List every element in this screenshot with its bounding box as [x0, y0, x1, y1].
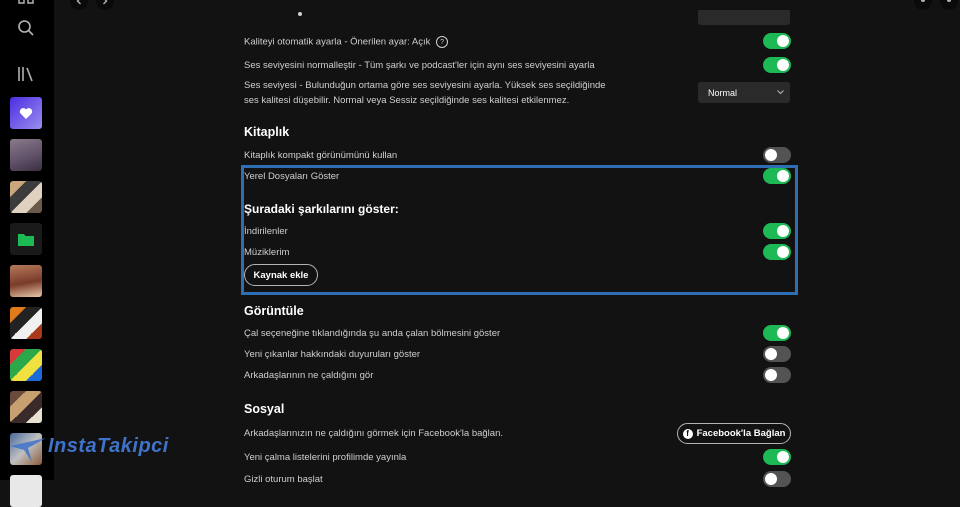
search-icon[interactable]	[10, 12, 42, 44]
playlist-thumb[interactable]	[10, 391, 42, 423]
chevron-right-icon	[103, 0, 108, 5]
friends-activity-toggle[interactable]	[763, 367, 791, 383]
plane-icon	[10, 438, 46, 462]
previous-setting-label	[244, 8, 304, 18]
new-playlists-toggle[interactable]	[763, 449, 791, 465]
normalize-toggle[interactable]	[763, 57, 791, 73]
local-files-thumb[interactable]	[10, 223, 42, 255]
forward-button[interactable]	[96, 0, 114, 10]
facebook-connect-label: Facebook'la Bağlan	[696, 428, 786, 439]
releases-label: Yeni çıkanlar hakkındaki duyuruları göst…	[244, 349, 421, 360]
chevron-down-icon	[777, 90, 784, 95]
folder-icon	[18, 234, 34, 246]
compact-view-label: Kitaplık kompakt görünümünü kullan	[244, 150, 398, 161]
auto-quality-toggle[interactable]	[763, 33, 791, 49]
facebook-connect-button[interactable]: f Facebook'la Bağlan	[677, 423, 791, 444]
normalize-label: Ses seviyesini normalleştir - Tüm şarkı …	[244, 60, 595, 71]
user-button[interactable]	[914, 0, 932, 10]
watermark-text: InstaTakipci	[48, 434, 169, 457]
heart-icon	[19, 107, 33, 119]
friends-activity-label: Arkadaşlarının ne çaldığını gör	[244, 370, 374, 381]
auto-quality-label: Kaliteyi otomatik ayarla - Önerilen ayar…	[244, 36, 449, 48]
back-button[interactable]	[70, 0, 88, 10]
playlist-thumb[interactable]	[10, 307, 42, 339]
volume-level-value: Normal	[708, 87, 738, 98]
playlist-thumb[interactable]	[10, 349, 42, 381]
facebook-icon: f	[682, 428, 693, 439]
quality-select[interactable]	[698, 10, 790, 25]
playlist-thumb[interactable]	[10, 265, 42, 297]
library-section-title: Kitaplık	[244, 125, 290, 139]
playlist-thumb[interactable]	[10, 181, 42, 213]
releases-toggle[interactable]	[763, 346, 791, 362]
private-session-toggle[interactable]	[763, 471, 791, 487]
social-section-title: Sosyal	[244, 402, 285, 416]
chevron-left-icon	[76, 0, 81, 5]
highlight-box	[241, 165, 798, 295]
watermark: InstaTakipci	[8, 428, 169, 464]
user-icon	[921, 0, 925, 2]
now-playing-toggle[interactable]	[763, 325, 791, 341]
new-playlists-label: Yeni çalma listelerini profilimde yayınl…	[244, 452, 407, 463]
friends-button[interactable]	[940, 0, 958, 10]
library-icon[interactable]	[10, 58, 42, 90]
info-icon[interactable]: ?	[436, 36, 449, 48]
display-section-title: Görüntüle	[244, 304, 304, 318]
volume-level-label: Ses seviyesi - Bulunduğun ortama göre se…	[244, 80, 606, 106]
liked-songs-thumb[interactable]	[10, 97, 42, 129]
volume-level-select[interactable]: Normal	[698, 82, 790, 103]
playlist-thumb[interactable]	[10, 139, 42, 171]
sidebar	[0, 0, 54, 507]
friends-icon	[947, 0, 951, 2]
facebook-label: Arkadaşlarınızın ne çaldığını görmek içi…	[244, 428, 503, 439]
now-playing-label: Çal seçeneğine tıklandığında şu anda çal…	[244, 328, 501, 339]
compact-view-toggle[interactable]	[763, 147, 791, 163]
